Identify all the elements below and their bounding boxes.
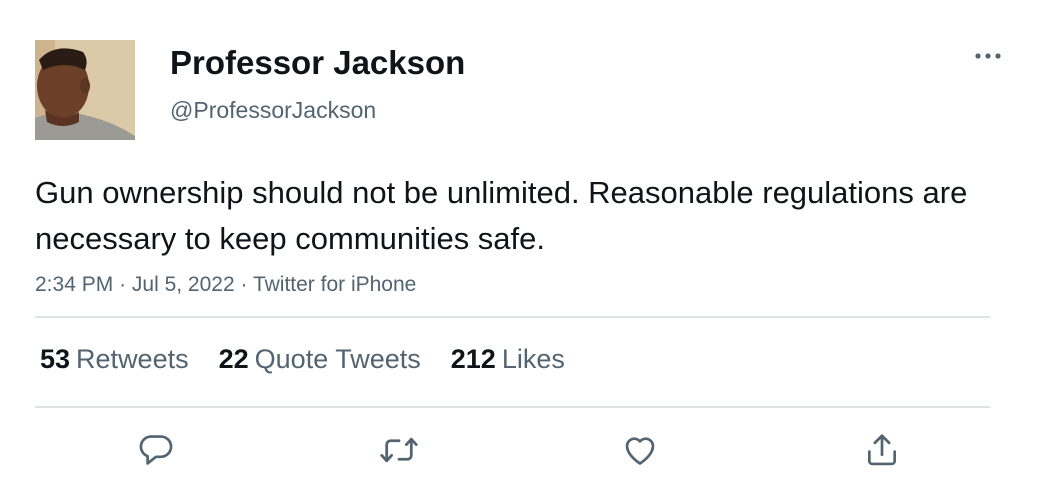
avatar[interactable] (35, 40, 135, 140)
engagement-stats: 53 Retweets 22 Quote Tweets 212 Likes (40, 340, 595, 378)
quote-tweets-count: 22 (218, 344, 249, 374)
divider (35, 316, 990, 318)
retweets-stat[interactable]: 53 Retweets (40, 340, 189, 378)
likes-count: 212 (450, 344, 496, 374)
author-handle[interactable]: @ProfessorJackson (170, 95, 376, 125)
like-icon (625, 437, 655, 465)
retweets-label: Retweets (76, 344, 189, 374)
retweets-count: 53 (40, 344, 71, 374)
meta-separator: · (240, 273, 253, 296)
like-button[interactable] (618, 428, 662, 472)
likes-stat[interactable]: 212 Likes (451, 340, 565, 378)
likes-label: Likes (501, 344, 565, 374)
retweet-button[interactable] (377, 428, 421, 472)
tweet-date[interactable]: Jul 5, 2022 (132, 273, 235, 296)
more-icon (975, 53, 1001, 59)
reply-button[interactable] (134, 428, 178, 472)
more-button[interactable] (968, 42, 1008, 70)
author-name[interactable]: Professor Jackson (170, 41, 465, 85)
retweet-icon (380, 437, 418, 463)
meta-separator: · (119, 273, 132, 296)
avatar-image (35, 40, 135, 140)
share-button[interactable] (860, 428, 904, 472)
tweet-text: Gun ownership should not be unlimited. R… (35, 175, 968, 256)
tweet-meta: 2:34 PM · Jul 5, 2022 · Twitter for iPho… (35, 270, 416, 300)
divider (35, 406, 990, 408)
quote-tweets-label: Quote Tweets (254, 344, 421, 374)
reply-icon (139, 435, 173, 465)
quote-tweets-stat[interactable]: 22 Quote Tweets (219, 340, 421, 378)
share-icon (867, 434, 897, 466)
tweet-source[interactable]: Twitter for iPhone (253, 273, 416, 296)
tweet-time[interactable]: 2:34 PM (35, 273, 113, 296)
